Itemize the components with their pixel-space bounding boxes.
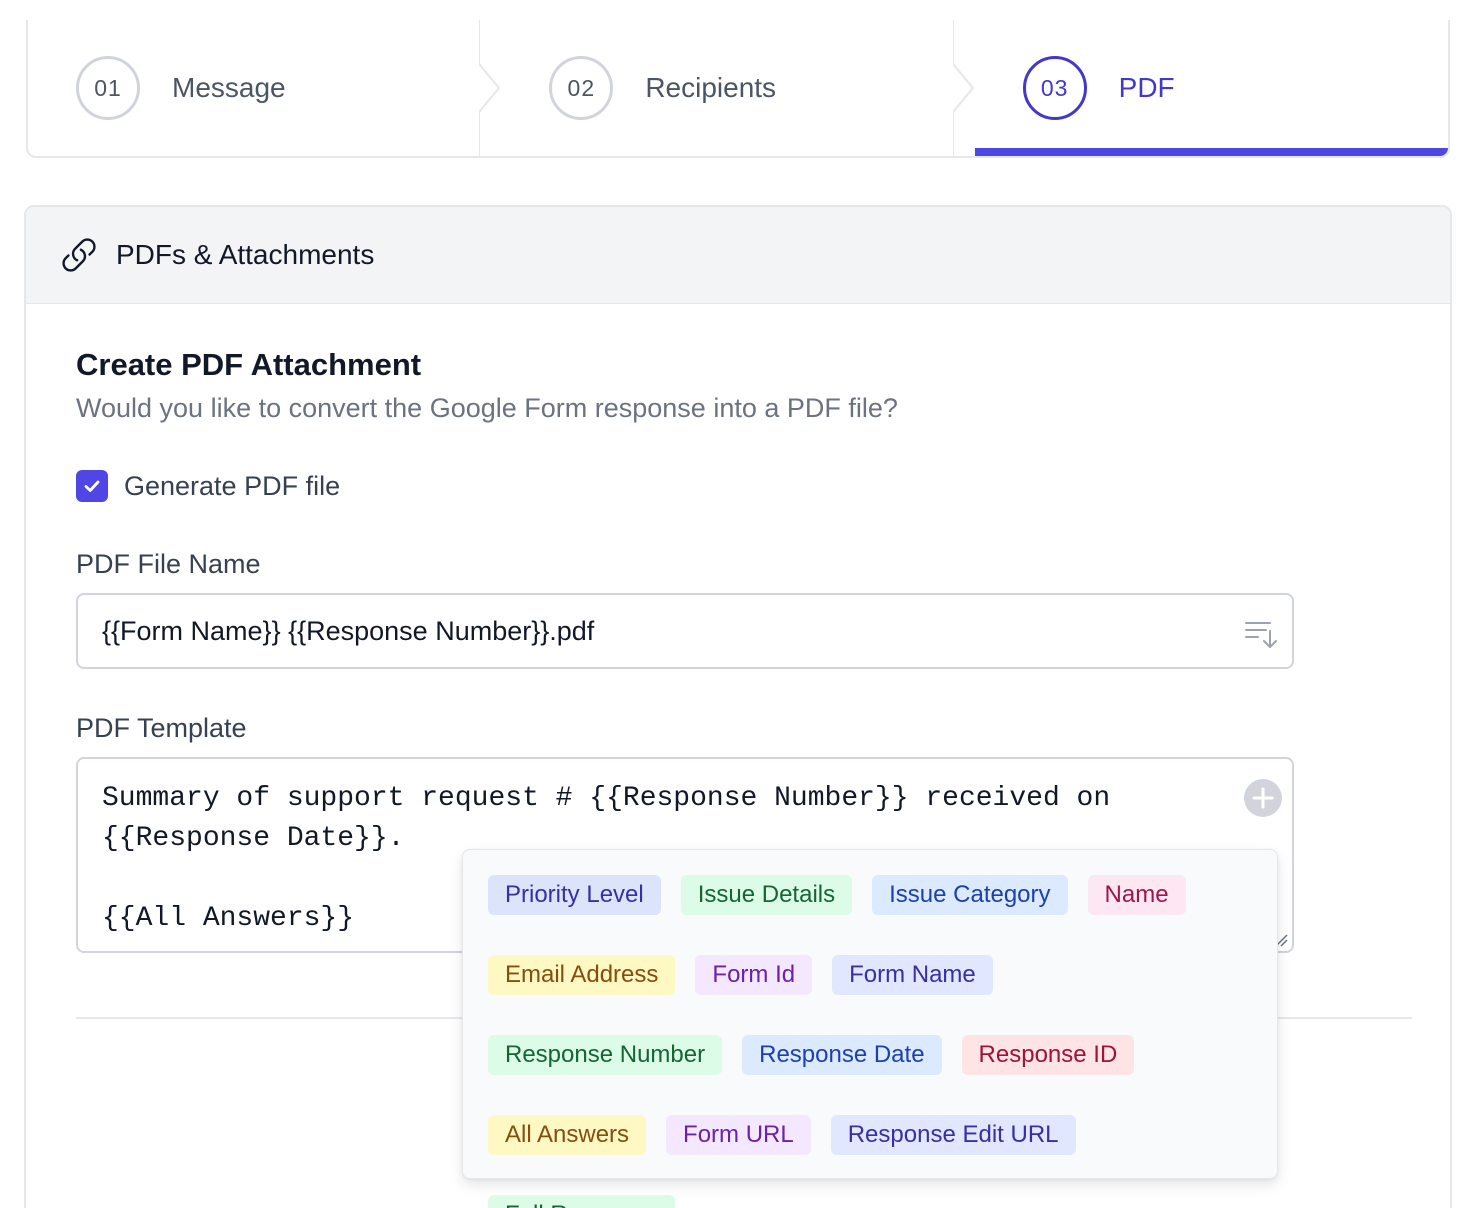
placeholder-tag[interactable]: Form Id — [695, 955, 813, 995]
placeholder-tag-list: Priority Level Issue Details Issue Categ… — [488, 875, 1268, 1208]
file-name-value: {{Form Name}} {{Response Number}}.pdf — [102, 615, 595, 646]
chevron-separator-icon — [952, 20, 974, 156]
step-message[interactable]: 01 Message — [28, 20, 501, 156]
template-line: Summary of support request # {{Response … — [102, 783, 1111, 814]
generate-pdf-checkbox[interactable] — [76, 470, 108, 502]
placeholder-tag[interactable]: Issue Details — [680, 875, 853, 915]
step-number: 03 — [1022, 56, 1087, 120]
template-label: PDF Template — [76, 713, 247, 743]
placeholder-tag[interactable]: Response Date — [742, 1035, 942, 1075]
section-description: Would you like to convert the Google For… — [76, 393, 898, 423]
stepper: 01 Message 02 Recipients 03 PDF — [26, 20, 1450, 158]
placeholder-tag[interactable]: Form URL — [666, 1115, 811, 1155]
placeholder-tag[interactable]: Form Name — [832, 955, 993, 995]
placeholder-tag[interactable]: Issue Category — [872, 875, 1068, 915]
card-header: PDFs & Attachments — [26, 207, 1450, 304]
section-title: Create PDF Attachment — [76, 347, 422, 382]
file-name-label: PDF File Name — [76, 549, 261, 579]
step-label: Message — [172, 72, 286, 103]
step-number: 02 — [549, 56, 614, 120]
placeholder-tag[interactable]: Full Response — [488, 1195, 676, 1208]
card-title: PDFs & Attachments — [116, 239, 375, 270]
step-recipients[interactable]: 02 Recipients — [501, 20, 974, 156]
placeholder-tag[interactable]: Priority Level — [488, 875, 661, 915]
placeholder-tag[interactable]: Name — [1087, 875, 1186, 915]
checkmark-icon — [84, 480, 100, 492]
placeholder-tag[interactable]: All Answers — [488, 1115, 647, 1155]
step-number: 01 — [76, 56, 140, 120]
generate-pdf-label[interactable]: Generate PDF file — [124, 471, 340, 502]
chevron-separator-icon — [479, 20, 501, 156]
sort-icon[interactable] — [1242, 615, 1278, 651]
placeholder-tag[interactable]: Response ID — [961, 1035, 1135, 1075]
placeholder-dropdown: Priority Level Issue Details Issue Categ… — [462, 849, 1278, 1208]
link-icon — [62, 238, 96, 272]
add-placeholder-icon[interactable] — [1244, 779, 1282, 817]
placeholder-tag[interactable]: Response Edit URL — [830, 1115, 1076, 1155]
placeholder-tag[interactable]: Response Number — [488, 1035, 723, 1075]
generate-pdf-option[interactable]: Generate PDF file — [76, 470, 340, 502]
step-label: Recipients — [645, 72, 777, 103]
step-label: PDF — [1118, 72, 1175, 103]
step-pdf[interactable]: 03 PDF — [974, 20, 1448, 156]
file-name-input[interactable]: {{Form Name}} {{Response Number}}.pdf — [76, 593, 1294, 669]
placeholder-tag[interactable]: Email Address — [488, 955, 676, 995]
